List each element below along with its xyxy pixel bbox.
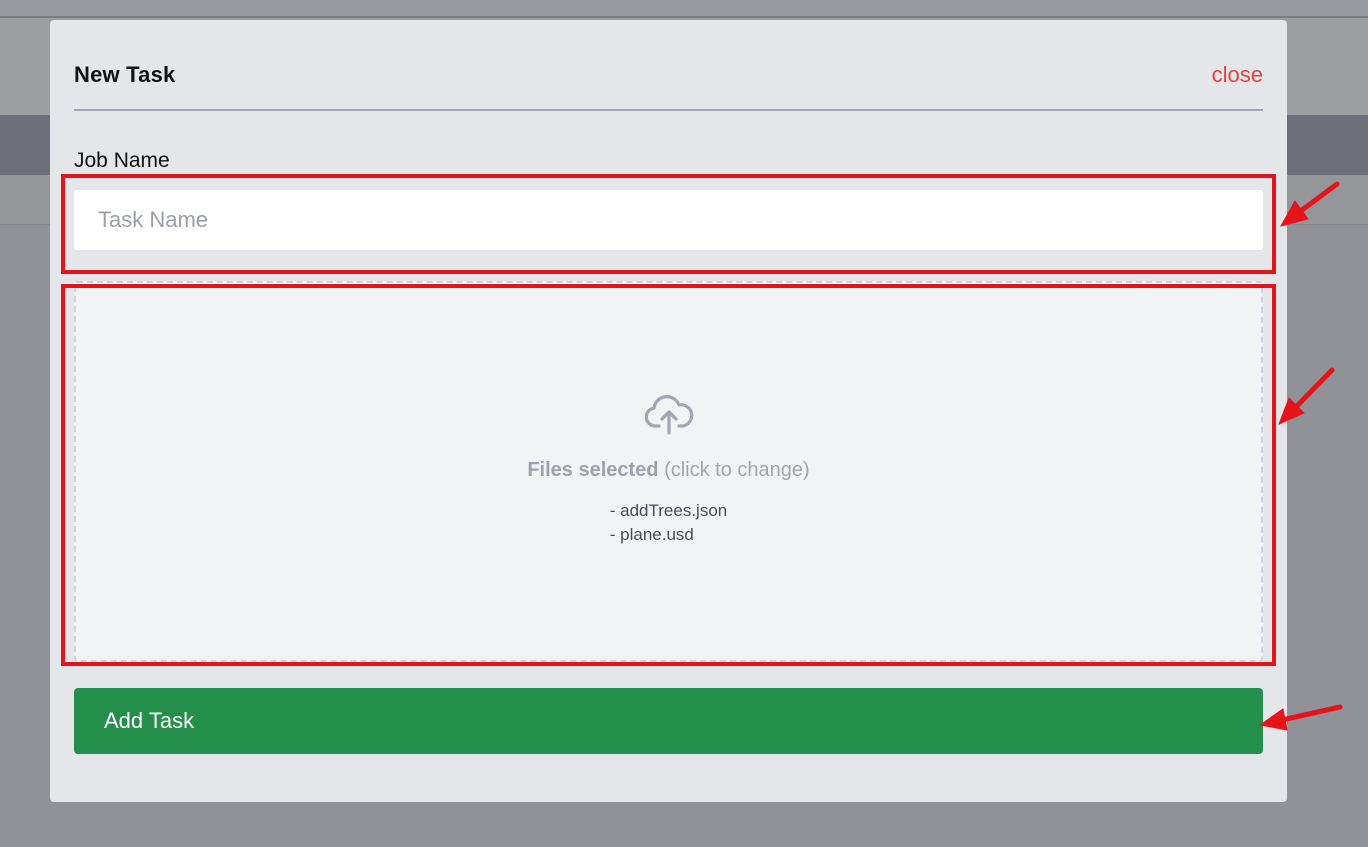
close-button[interactable]: close — [1212, 62, 1263, 88]
modal-title: New Task — [74, 62, 176, 87]
highlight-box-task-name — [61, 174, 1276, 274]
add-task-button[interactable]: Add Task — [74, 688, 1263, 754]
highlight-box-dropzone — [61, 284, 1276, 666]
job-name-label: Job Name — [74, 149, 170, 172]
modal-header: New Task close — [74, 62, 1263, 111]
background-top-bar — [0, 0, 1368, 18]
